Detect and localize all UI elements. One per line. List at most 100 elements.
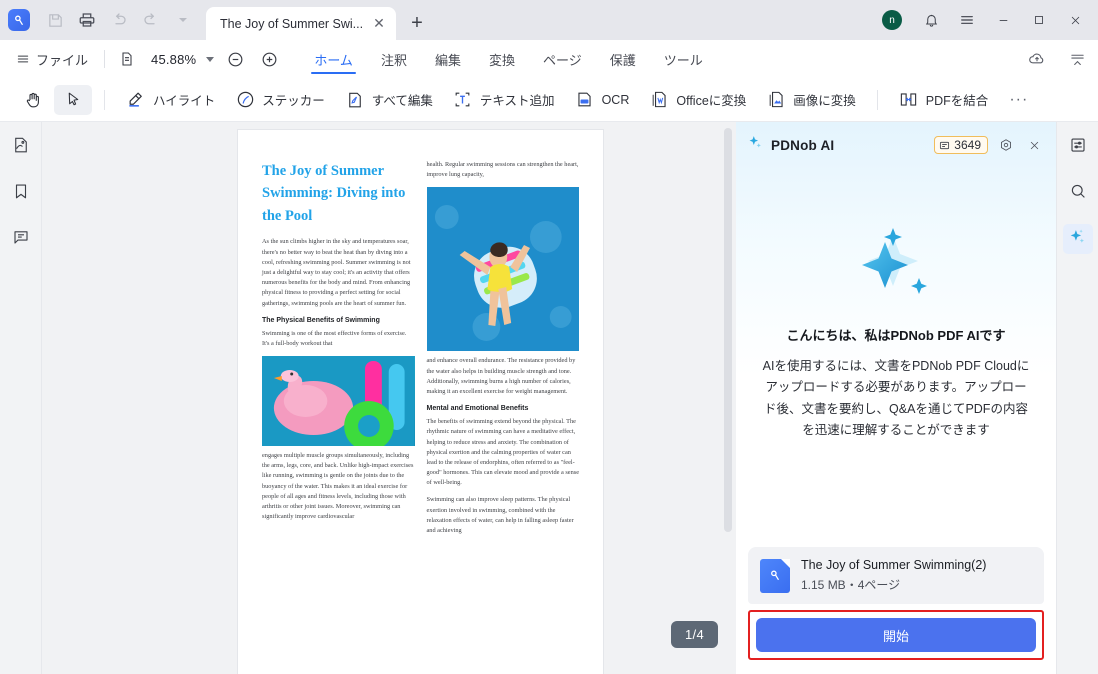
- menu-divider: [104, 50, 106, 68]
- pool-floats-photo: [262, 356, 415, 447]
- tool-highlight-label: ハイライト: [153, 94, 216, 108]
- maximize-button[interactable]: [1022, 3, 1056, 37]
- tool-sticker-label: ステッカー: [262, 94, 325, 108]
- merge-pdf-icon: [899, 90, 919, 110]
- tab-convert[interactable]: 変換: [475, 40, 529, 78]
- pdf-para-mental-2: Swimming can also improve sleep patterns…: [426, 496, 574, 534]
- pdf-title: The Joy of Summer Swimming: Diving into …: [262, 163, 406, 224]
- woman-floating-photo: [426, 187, 579, 352]
- settings-icon[interactable]: [996, 135, 1016, 155]
- tool-select[interactable]: [54, 84, 92, 115]
- pdf-right-column: health. Regular swimming sessions can st…: [426, 160, 580, 674]
- pdf-intro-paragraph: As the sun climbs higher in the sky and …: [262, 238, 411, 307]
- pdf-para-after-image: engages multiple muscle groups simultane…: [262, 452, 414, 521]
- page-indicator: 1/4: [671, 621, 718, 648]
- ai-sparkle-icon: [1068, 227, 1087, 251]
- start-button[interactable]: 開始: [756, 618, 1036, 652]
- pdf-file-icon: [760, 558, 790, 593]
- tool-add-text[interactable]: テキスト追加: [444, 85, 564, 115]
- tab-edit[interactable]: 編集: [421, 40, 475, 78]
- sidebar-item-bookmark[interactable]: [6, 178, 36, 208]
- document-canvas[interactable]: The Joy of Summer Swimming: Diving into …: [42, 122, 736, 674]
- ai-sparkle-large-icon: [849, 227, 943, 309]
- avatar[interactable]: n: [882, 10, 902, 30]
- document-tab[interactable]: The Joy of Summer Swi... ✕: [206, 7, 396, 40]
- sidebar-item-comment[interactable]: [6, 224, 36, 254]
- history-dropdown-icon[interactable]: [168, 5, 198, 35]
- pdf-heading-physical: The Physical Benefits of Swimming: [262, 316, 380, 324]
- zoom-out-button[interactable]: [222, 46, 248, 72]
- sidebar-item-ai[interactable]: [1062, 224, 1093, 254]
- bookmark-icon: [12, 182, 30, 205]
- document-scrollbar[interactable]: [724, 128, 732, 532]
- ai-sparkle-icon: [746, 134, 763, 156]
- collapse-ribbon-icon[interactable]: [1064, 46, 1090, 72]
- minimize-button[interactable]: [986, 3, 1020, 37]
- tab-protect[interactable]: 保護: [596, 40, 650, 78]
- close-button[interactable]: [1058, 3, 1092, 37]
- right-sidebar: [1056, 122, 1098, 674]
- tool-convert-image[interactable]: 画像に変換: [757, 85, 865, 115]
- close-tab-icon[interactable]: ✕: [370, 15, 388, 33]
- ai-description-text: AIを使用するには、文書をPDNob PDF Cloudにアップロードする必要が…: [762, 358, 1030, 438]
- ai-panel-title: PDNob AI: [771, 137, 835, 153]
- credit-value: 3649: [954, 138, 981, 152]
- close-icon[interactable]: [1024, 135, 1044, 155]
- pdf-page-1-content: The Joy of Summer Swimming: Diving into …: [238, 130, 603, 674]
- pdf-page-1[interactable]: The Joy of Summer Swimming: Diving into …: [238, 130, 603, 674]
- cursor-icon: [63, 90, 83, 110]
- tab-page[interactable]: ページ: [529, 40, 596, 78]
- tab-tools[interactable]: ツール: [650, 40, 717, 78]
- tool-hand[interactable]: [14, 85, 52, 115]
- tool-sticker[interactable]: ステッカー: [226, 85, 334, 115]
- new-tab-button[interactable]: +: [402, 8, 432, 38]
- tool-ocr[interactable]: OCR: [566, 85, 639, 115]
- main-toolbar: ハイライト ステッカー すべて編集 テキスト追加 OCR Officeに変換 画…: [0, 78, 1098, 122]
- tool-highlight[interactable]: ハイライト: [117, 85, 224, 115]
- tool-merge-pdf[interactable]: PDFを結合: [890, 85, 998, 115]
- zoom-level-value[interactable]: 45.88%: [151, 52, 196, 67]
- ai-panel-footer: The Joy of Summer Swimming(2) 1.15 MB・4ペ…: [736, 547, 1056, 674]
- pdf-para-before-image: Swimming is one of the most effective fo…: [262, 329, 407, 347]
- undo-icon[interactable]: [104, 5, 134, 35]
- sidebar-item-thumbnails[interactable]: [6, 132, 36, 162]
- pdf-para-mental-1: The benefits of swimming extend beyond t…: [426, 418, 580, 487]
- uploaded-file-info: The Joy of Summer Swimming(2) 1.15 MB・4ペ…: [801, 558, 986, 593]
- convert-image-icon: [766, 90, 786, 110]
- zoom-in-button[interactable]: [256, 46, 282, 72]
- redo-icon[interactable]: [136, 5, 166, 35]
- main-menu-icon[interactable]: [950, 3, 984, 37]
- properties-icon: [1069, 136, 1087, 159]
- ocr-icon: [575, 90, 595, 110]
- tool-edit-all[interactable]: すべて編集: [336, 85, 442, 115]
- toolbar-more-button[interactable]: ···: [999, 91, 1038, 109]
- file-menu-button[interactable]: ファイル: [10, 47, 94, 72]
- tab-annotate[interactable]: 注釈: [367, 40, 421, 78]
- pdf-editor-window: The Joy of Summer Swi... ✕ + n ファイル 45.8…: [0, 0, 1098, 674]
- ribbon-tabs: ホーム 注釈 編集 変換 ページ 保護 ツール: [300, 40, 716, 78]
- zoom-dropdown-icon[interactable]: [206, 56, 215, 62]
- toolbar-divider: [104, 89, 105, 110]
- sidebar-item-search[interactable]: [1063, 178, 1093, 208]
- thumbnails-icon: [12, 136, 30, 159]
- start-button-highlight: 開始: [748, 610, 1044, 660]
- app-logo-icon: [8, 9, 30, 31]
- pdf-right-para-top: health. Regular swimming sessions can st…: [426, 161, 579, 179]
- uploaded-file-card[interactable]: The Joy of Summer Swimming(2) 1.15 MB・4ペ…: [748, 547, 1044, 604]
- tab-home[interactable]: ホーム: [300, 40, 367, 78]
- print-icon[interactable]: [72, 5, 102, 35]
- page-view-mode-icon[interactable]: [115, 49, 139, 69]
- credit-badge[interactable]: 3649: [934, 136, 988, 154]
- ai-welcome-text: こんにちは、私はPDNob PDF AIです: [786, 327, 1006, 343]
- document-tab-label: The Joy of Summer Swi...: [220, 16, 364, 31]
- title-bar-left-controls: [0, 0, 198, 40]
- cloud-upload-icon[interactable]: [1024, 46, 1050, 72]
- tool-convert-office[interactable]: Officeに変換: [640, 85, 755, 115]
- notification-bell-icon[interactable]: [914, 3, 948, 37]
- tool-convert-office-label: Officeに変換: [676, 94, 747, 108]
- sidebar-item-properties[interactable]: [1063, 132, 1093, 162]
- tool-ocr-label: OCR: [601, 92, 630, 107]
- file-menu-label: ファイル: [36, 52, 89, 68]
- save-icon[interactable]: [40, 5, 70, 35]
- workspace: The Joy of Summer Swimming: Diving into …: [0, 122, 1098, 674]
